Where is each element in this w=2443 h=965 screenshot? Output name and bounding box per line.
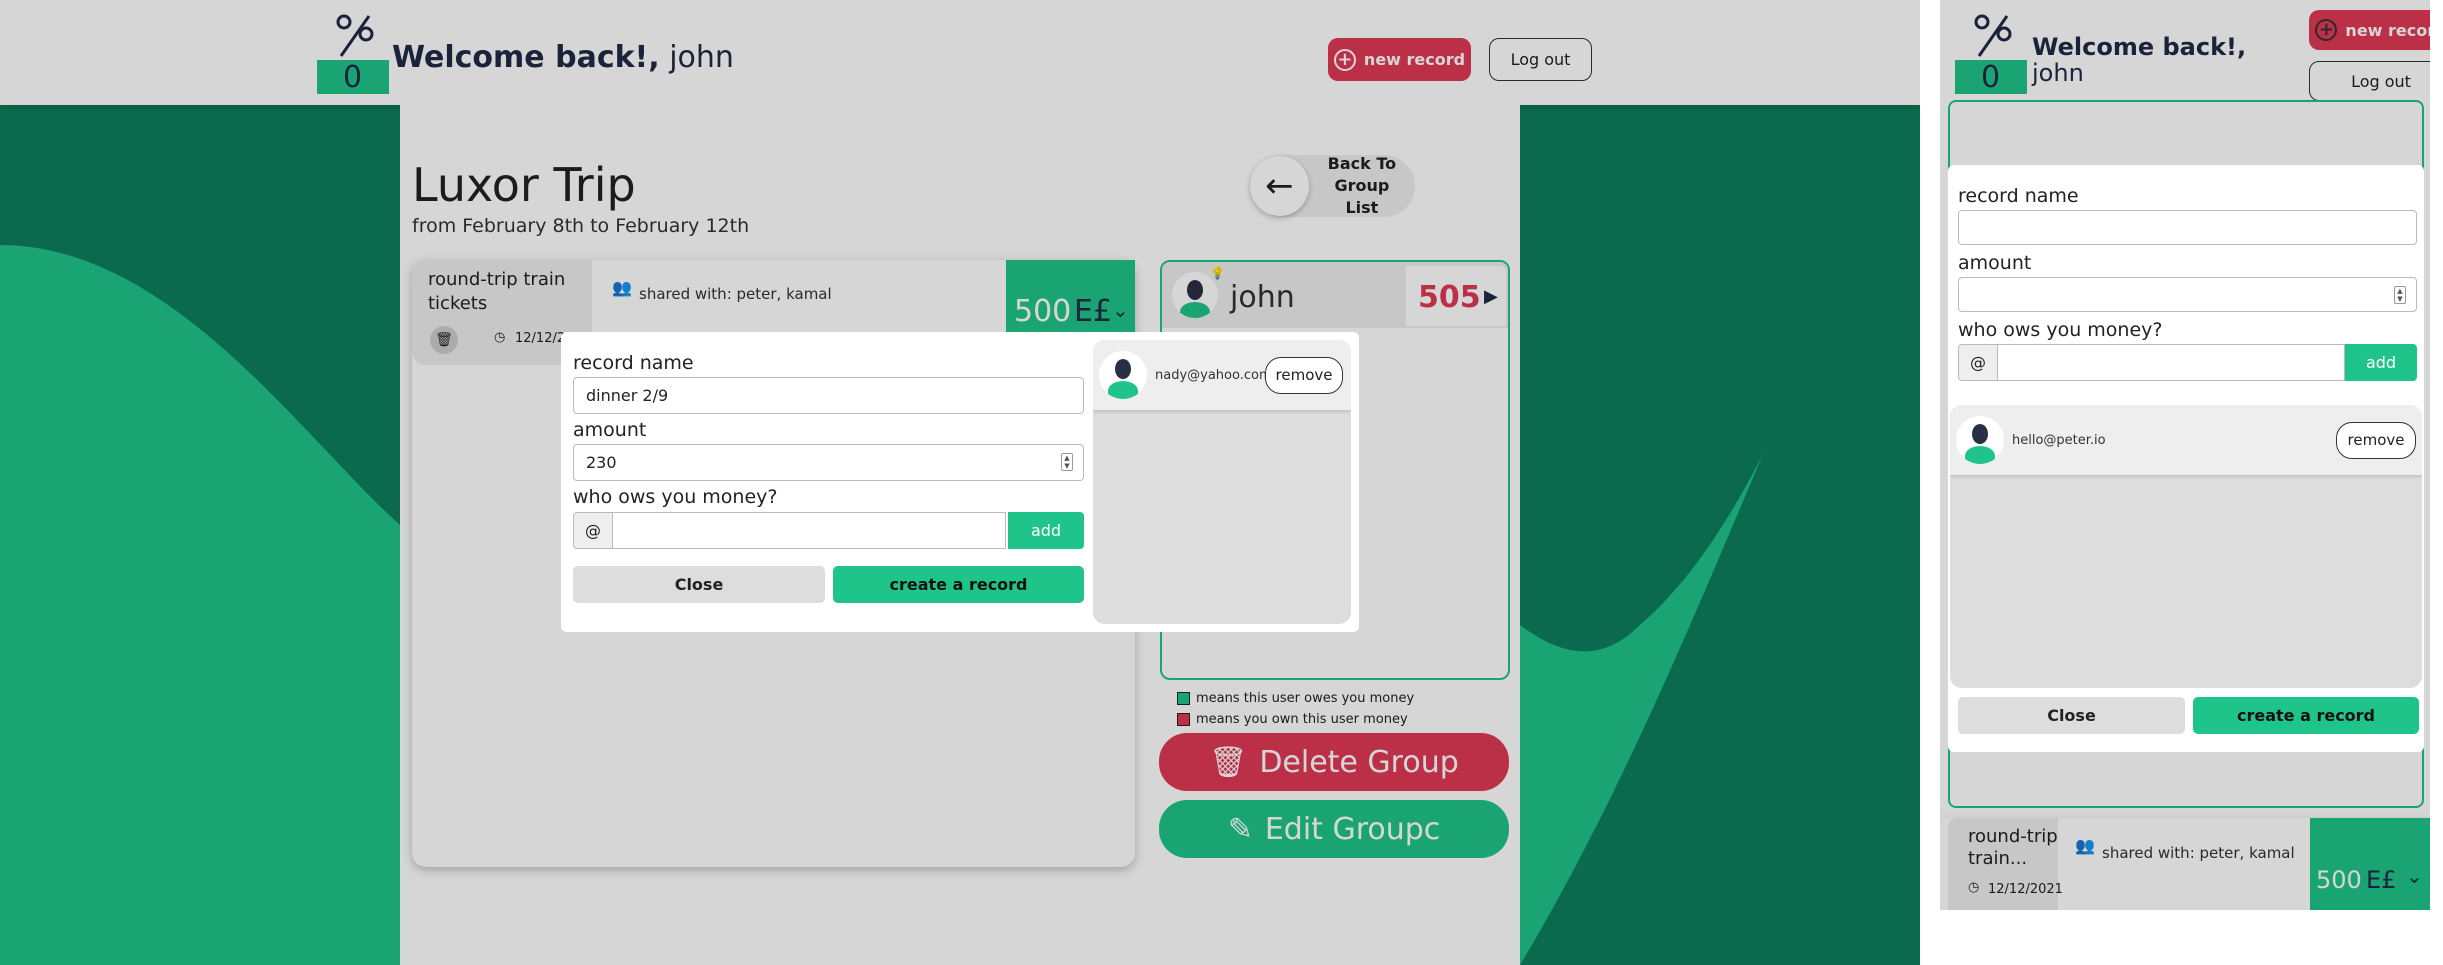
- mobile-amount-label: amount: [1958, 252, 2032, 274]
- remove-ower-button[interactable]: remove: [1265, 356, 1343, 394]
- mobile-record-name-label: record name: [1958, 185, 2079, 207]
- amount-value: 230: [586, 453, 617, 472]
- at-symbol: @: [573, 512, 613, 549]
- amount-field[interactable]: 230 ▲ ▼: [573, 444, 1084, 481]
- add-ower-button[interactable]: add: [1008, 512, 1084, 549]
- mobile-who-owes-label: who ows you money?: [1958, 319, 2163, 341]
- mobile-record-name-field[interactable]: [1958, 210, 2417, 245]
- mobile-remove-ower-button[interactable]: remove: [2336, 421, 2416, 459]
- mobile-close-button[interactable]: Close: [1958, 697, 2185, 734]
- mobile-ower-item: hello@peter.io remove: [1950, 405, 2422, 475]
- mobile-new-record-modal: record name amount ▲ ▼ who ows you money?…: [1948, 165, 2424, 752]
- mobile-view: 0 Welcome back!, john + new record Log o…: [1920, 0, 2443, 965]
- mobile-ower-avatar: [1956, 416, 2004, 464]
- who-owes-label: who ows you money?: [573, 486, 778, 508]
- mobile-at-symbol: @: [1958, 344, 1998, 381]
- mobile-add-ower-button[interactable]: add: [2345, 344, 2417, 381]
- close-button[interactable]: Close: [573, 566, 825, 603]
- owers-list: nady@yahoo.com remove: [1093, 340, 1351, 624]
- record-name-field[interactable]: dinner 2/9: [573, 377, 1084, 414]
- mobile-who-owes-input[interactable]: [1997, 344, 2345, 381]
- amount-label: amount: [573, 419, 647, 441]
- mobile-create-record-button[interactable]: create a record: [2193, 697, 2419, 734]
- mobile-owers-list: hello@peter.io remove: [1950, 405, 2422, 688]
- mobile-number-spinner-icon[interactable]: ▲ ▼: [2394, 286, 2406, 304]
- new-record-modal: record name dinner 2/9 amount 230 ▲ ▼ who…: [561, 332, 1359, 632]
- desktop-view: 0 Welcome back!, john + new record Log o…: [0, 0, 1920, 965]
- ower-avatar: [1099, 351, 1147, 399]
- ower-email: nady@yahoo.com: [1155, 367, 1272, 383]
- who-owes-input[interactable]: [612, 512, 1006, 549]
- create-record-button[interactable]: create a record: [833, 566, 1084, 603]
- mobile-amount-field[interactable]: ▲ ▼: [1958, 277, 2417, 312]
- number-spinner-icon[interactable]: ▲ ▼: [1061, 453, 1073, 471]
- mobile-ower-email: hello@peter.io: [2012, 432, 2106, 448]
- mobile-frame: 0 Welcome back!, john + new record Log o…: [1940, 0, 2430, 910]
- record-name-label: record name: [573, 352, 694, 374]
- ower-item: nady@yahoo.com remove: [1093, 340, 1351, 410]
